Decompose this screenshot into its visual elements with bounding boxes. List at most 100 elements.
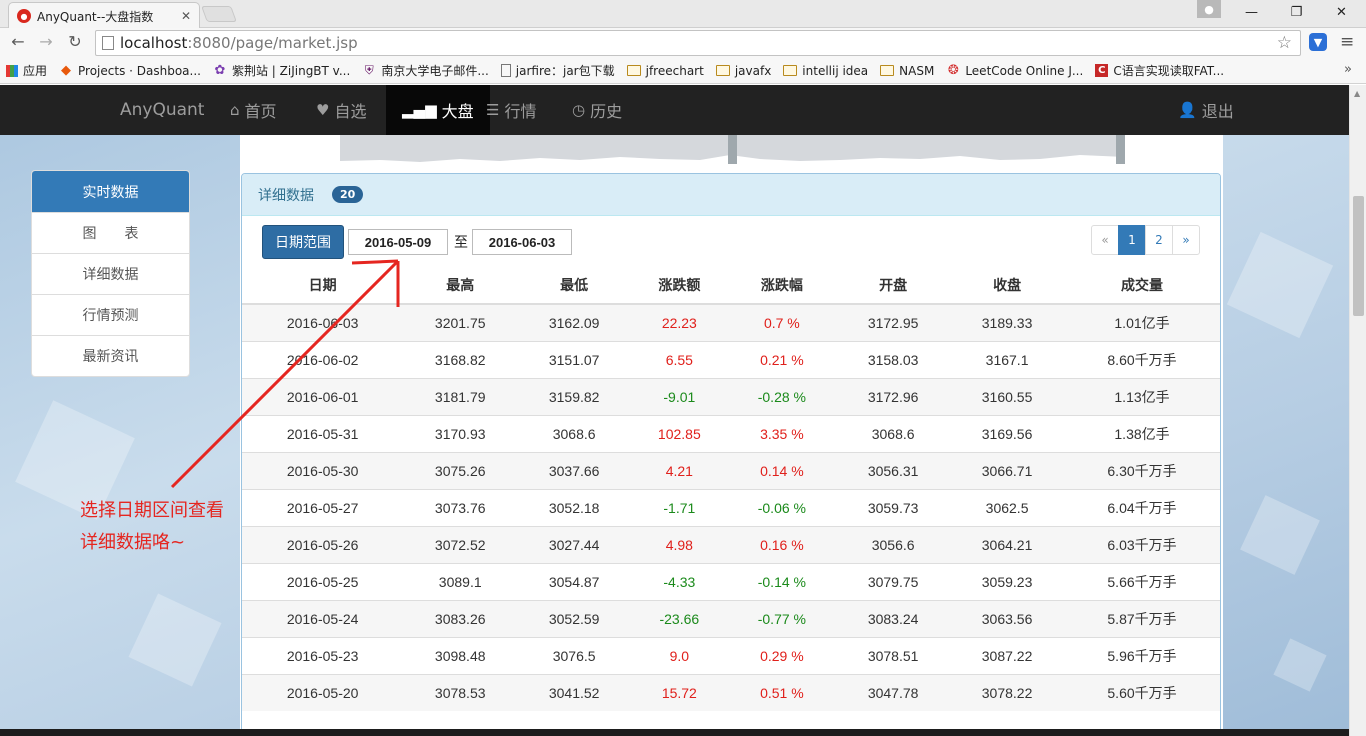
bookmark-label: LeetCode Online J... — [965, 63, 1084, 78]
table-cell-low: 3151.07 — [517, 340, 632, 378]
table-cell-close: 3169.56 — [950, 414, 1065, 452]
bookmark-folder[interactable]: javafx — [715, 64, 771, 78]
bookmark-item[interactable]: 应用 — [6, 62, 47, 79]
table-cell-volume: 5.66千万手 — [1064, 562, 1220, 600]
column-header[interactable]: 涨跌额 — [631, 266, 728, 305]
table-cell-high: 3083.26 — [403, 599, 518, 637]
close-window-icon[interactable]: ✕ — [1319, 0, 1364, 24]
nav-item-watchlist[interactable]: ♥ 自选 — [316, 85, 366, 135]
table-cell-high: 3078.53 — [403, 673, 518, 711]
bookmark-item[interactable]: ❂ LeetCode Online J... — [946, 63, 1084, 78]
taskbar-edge — [0, 729, 1349, 736]
bookmark-item[interactable]: C C语言实现读取FAT... — [1095, 62, 1224, 79]
sidebar-item-news[interactable]: 最新资讯 — [32, 335, 189, 376]
table-cell-change: -1.71 — [631, 488, 728, 526]
sidebar-item-realtime[interactable]: 实时数据 — [32, 171, 189, 212]
folder-icon — [715, 65, 730, 76]
bookmark-folder[interactable]: intellij idea — [783, 64, 868, 78]
pager-page-2[interactable]: 2 — [1145, 225, 1173, 255]
table-cell-open: 3059.73 — [836, 488, 951, 526]
folder-icon — [626, 65, 641, 76]
bookmark-label: intellij idea — [802, 63, 869, 78]
start-date-input[interactable]: 2016-05-09 — [348, 229, 448, 255]
date-range-button[interactable]: 日期范围 — [262, 225, 344, 259]
table-cell-high: 3072.52 — [403, 525, 518, 563]
scroll-thumb[interactable] — [1353, 196, 1364, 316]
panel-heading: 详细数据 20 — [242, 174, 1220, 216]
table-cell-date: 2016-05-23 — [242, 636, 404, 674]
column-header[interactable]: 开盘 — [836, 266, 951, 305]
bookmark-label: 应用 — [23, 64, 48, 78]
more-bookmarks-icon[interactable]: » — [1344, 62, 1352, 77]
nav-label: 自选 — [334, 102, 367, 121]
table-cell-volume: 5.96千万手 — [1064, 636, 1220, 674]
table-cell-change: -9.01 — [631, 377, 728, 415]
browser-tab[interactable]: ● AnyQuant--大盘指数 ✕ — [8, 2, 200, 29]
table-cell-high: 3168.82 — [403, 340, 518, 378]
table-cell-pct: 0.21 % — [727, 340, 837, 378]
table-cell-close: 3066.71 — [950, 451, 1065, 489]
address-bar[interactable]: localhost:8080/page/market.jsp ☆ — [95, 30, 1301, 56]
column-header[interactable]: 收盘 — [950, 266, 1065, 305]
bookmark-folder[interactable]: jfreechart — [626, 64, 704, 78]
table-cell-volume: 1.01亿手 — [1064, 303, 1220, 341]
menu-icon[interactable]: ≡ — [1340, 32, 1354, 52]
top-navbar: AnyQuant ⌂ 首页 ♥ 自选 ▂▄▆ 大盘 ☰ 行情 ◷ 历史 👤 退出 — [0, 85, 1349, 135]
end-date-input[interactable]: 2016-06-03 — [472, 229, 572, 255]
apps-icon — [6, 64, 18, 77]
table-cell-open: 3172.95 — [836, 303, 951, 341]
table-row: 2016-05-20 3078.53 3041.52 15.72 0.51 % 3047.… — [242, 673, 1220, 711]
nav-item-home[interactable]: ⌂ 首页 — [230, 85, 277, 135]
date-range-filter: 日期范围 2016-05-09 至 2016-06-03 — [262, 225, 572, 259]
pager-page-1[interactable]: 1 — [1118, 225, 1146, 255]
column-header[interactable]: 最低 — [517, 266, 632, 305]
table-cell-pct: 0.14 % — [727, 451, 837, 489]
new-tab-button[interactable] — [201, 6, 237, 22]
table-cell-low: 3076.5 — [517, 636, 632, 674]
column-header[interactable]: 涨跌幅 — [727, 266, 837, 305]
bookmark-item[interactable]: ⛨ 南京大学电子邮件... — [362, 62, 489, 79]
sidebar-menu: 实时数据 图 表 详细数据 行情预测 最新资讯 — [31, 170, 190, 377]
table-cell-open: 3158.03 — [836, 340, 951, 378]
table-cell-volume: 5.60千万手 — [1064, 673, 1220, 711]
sidebar-item-chart[interactable]: 图 表 — [32, 212, 189, 253]
bookmark-item[interactable]: jarfire：jar包下载 — [500, 62, 615, 79]
table-cell-volume: 1.38亿手 — [1064, 414, 1220, 452]
forward-icon[interactable]: → — [34, 32, 58, 51]
back-icon[interactable]: ← — [6, 32, 30, 51]
tab-close-icon[interactable]: ✕ — [181, 9, 191, 23]
sidebar-item-forecast[interactable]: 行情预测 — [32, 294, 189, 335]
reload-icon[interactable]: ↻ — [63, 32, 87, 51]
bookmark-folder[interactable]: NASM — [880, 64, 934, 78]
nav-item-history[interactable]: ◷ 历史 — [572, 85, 622, 135]
column-header[interactable]: 日期 — [242, 266, 404, 305]
column-header[interactable]: 最高 — [403, 266, 518, 305]
page-scrollbar[interactable]: ▲ — [1349, 85, 1366, 736]
bookmark-label: Projects · Dashboa... — [78, 63, 201, 78]
brand-logo[interactable]: AnyQuant — [120, 85, 204, 135]
table-cell-low: 3052.18 — [517, 488, 632, 526]
table-cell-close: 3059.23 — [950, 562, 1065, 600]
sidebar-item-details[interactable]: 详细数据 — [32, 253, 189, 294]
pager-next[interactable]: » — [1172, 225, 1200, 255]
column-header[interactable]: 成交量 — [1064, 266, 1220, 305]
details-panel: 详细数据 20 日期范围 2016-05-09 至 2016-06-03 « 1… — [241, 173, 1221, 736]
nav-item-quotes[interactable]: ☰ 行情 — [486, 85, 536, 135]
home-icon: ⌂ — [230, 101, 240, 119]
minimize-icon[interactable]: — — [1229, 0, 1274, 24]
bookmark-item[interactable]: ◆ Projects · Dashboa... — [59, 63, 201, 78]
table-cell-close: 3167.1 — [950, 340, 1065, 378]
table-cell-change: 4.98 — [631, 525, 728, 563]
pager-prev[interactable]: « — [1091, 225, 1119, 255]
bookmark-item[interactable]: ✿ 紫荆站 | ZiJingBT v... — [213, 62, 351, 79]
table-cell-open: 3078.51 — [836, 636, 951, 674]
nav-item-market[interactable]: ▂▄▆ 大盘 — [386, 85, 490, 135]
bookmark-star-icon[interactable]: ☆ — [1277, 33, 1292, 53]
bookmark-label: NASM — [899, 63, 935, 78]
logout-link[interactable]: 👤 退出 — [1178, 85, 1234, 135]
scroll-up-icon[interactable]: ▲ — [1354, 89, 1360, 98]
profile-icon[interactable]: ● — [1197, 0, 1221, 18]
extension-shield-icon[interactable]: ▼ — [1309, 33, 1327, 51]
restore-icon[interactable]: ❐ — [1274, 0, 1319, 24]
pagination: « 1 2 » — [1091, 225, 1200, 255]
